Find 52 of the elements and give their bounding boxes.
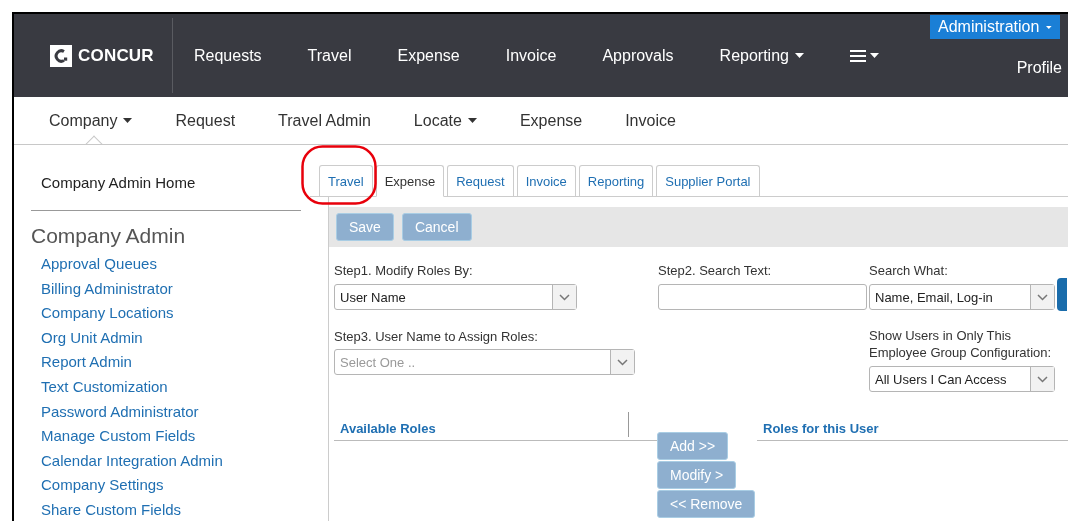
subnav-link[interactable]: Travel Admin — [278, 97, 371, 144]
subnav-link[interactable]: Locate — [413, 97, 477, 144]
profile-link[interactable]: Profile — [1016, 59, 1062, 77]
chevron-down-icon — [559, 293, 570, 301]
sidebar-link[interactable]: Org Unit Admin — [41, 325, 301, 351]
partial-button[interactable] — [1057, 278, 1067, 311]
field-label: Search What: — [869, 263, 948, 278]
field-label: Step2. Search Text: — [658, 263, 772, 278]
subnav-link[interactable]: Request — [175, 97, 236, 144]
subnav-link[interactable]: Expense — [519, 97, 583, 144]
search-field[interactable] — [658, 284, 867, 310]
tab[interactable]: Reporting — [578, 165, 654, 196]
nav-link[interactable]: Reporting — [719, 46, 804, 65]
nav-link[interactable]: Expense — [397, 46, 460, 65]
tab[interactable]: Invoice — [516, 165, 576, 196]
sidebar-link[interactable]: Company Locations — [41, 301, 301, 326]
dropdown-field[interactable]: Name, Email, Log-in — [869, 284, 1055, 310]
tab[interactable]: Supplier Portal — [656, 165, 760, 196]
sidebar-link[interactable]: Password Administrator — [41, 399, 301, 425]
field-label: Step3. User Name to Assign Roles: — [334, 329, 538, 344]
sidebar-link[interactable]: Company Settings — [41, 473, 301, 498]
logo-icon — [50, 44, 72, 67]
tab[interactable]: Travel — [319, 165, 373, 196]
sidebar-link[interactable]: Billing Administrator — [41, 276, 301, 302]
nav-link[interactable]: Invoice — [505, 46, 557, 65]
nav-link[interactable]: Travel — [307, 46, 352, 65]
sidebar-link[interactable]: Share Custom Fields — [41, 497, 301, 521]
administration-button[interactable]: Administration — [930, 15, 1060, 39]
subnav-link[interactable]: Invoice — [625, 97, 676, 144]
nav-link[interactable]: Requests — [194, 46, 262, 65]
field-label: Step1. Modify Roles By: — [334, 263, 473, 278]
tab[interactable]: Request — [447, 165, 514, 196]
sidebar-link[interactable]: Calendar Integration Admin — [41, 448, 301, 474]
nav-link[interactable]: Approvals — [602, 46, 674, 65]
home-link[interactable]: Company Admin Home — [41, 174, 301, 191]
field-label: Show Users in Only This Employee Group Configuration: — [869, 327, 1053, 361]
dropdown-field[interactable]: All Users I Can Access — [869, 366, 1055, 392]
tab[interactable]: Expense — [375, 165, 445, 197]
section-heading: Company Admin — [31, 224, 187, 248]
chevron-down-icon — [1037, 293, 1048, 301]
column-header: Available Roles — [334, 412, 657, 441]
column-header: Roles for this User — [757, 412, 1068, 441]
chevron-down-icon — [617, 358, 628, 366]
sidebar-link[interactable]: Manage Custom Fields — [41, 424, 301, 449]
sidebar-link[interactable]: Report Admin — [41, 350, 301, 375]
dropdown-field[interactable]: User Name — [334, 284, 577, 310]
sidebar-link[interactable]: Approval Queues — [41, 252, 301, 277]
sidebar-link[interactable]: Text Customization — [41, 374, 301, 400]
subnav-link[interactable]: Company — [49, 97, 133, 144]
chevron-down-icon — [1037, 375, 1048, 383]
logo-text: CONCUR — [78, 45, 154, 66]
caret-icon — [1046, 24, 1052, 30]
